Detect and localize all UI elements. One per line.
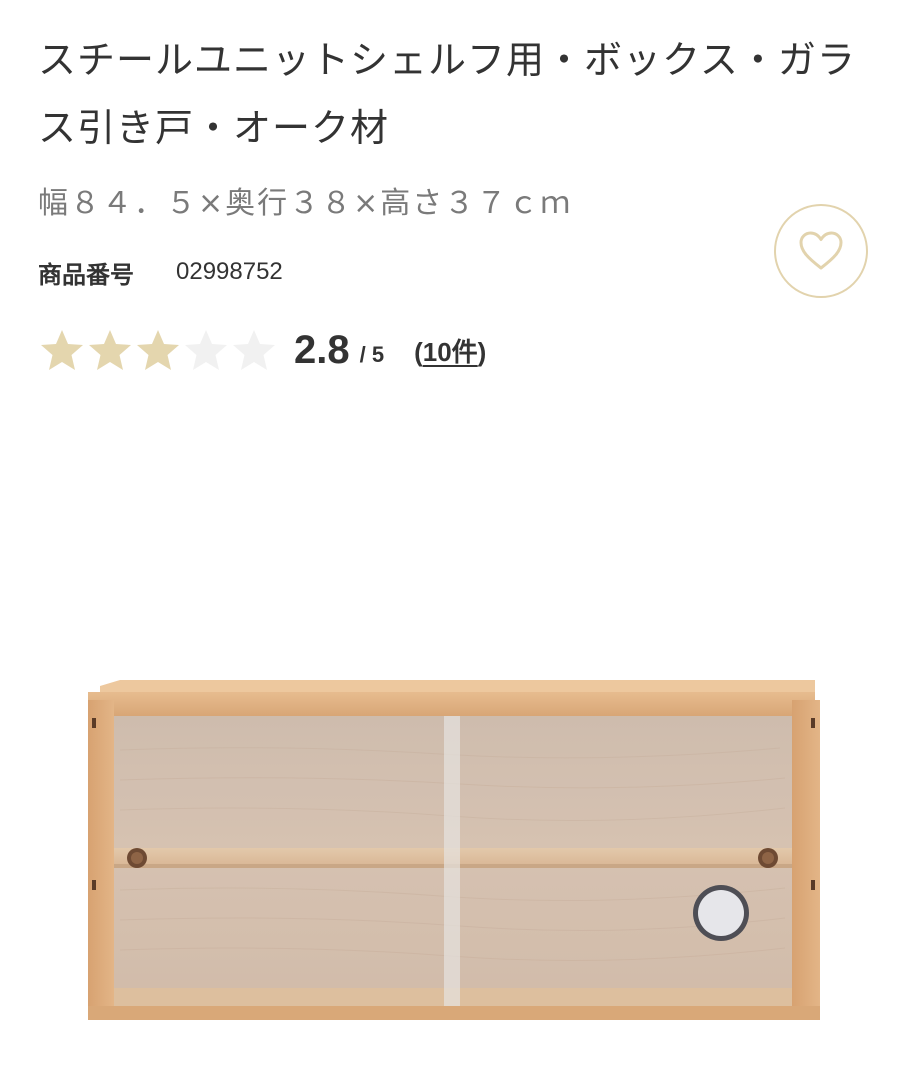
- rating-value: 2.8: [294, 327, 350, 372]
- star-icon: [137, 330, 179, 370]
- favorite-button[interactable]: [774, 204, 868, 298]
- product-image: [88, 680, 820, 1020]
- heart-icon: [799, 231, 843, 270]
- rating-stars: [38, 328, 278, 372]
- rating-row: 2.8 / 5 (10件): [38, 322, 486, 378]
- product-size: 幅８４．５×奥行３８×高さ３７ｃｍ: [38, 186, 573, 221]
- review-count-link[interactable]: (10件): [414, 332, 486, 369]
- product-title: スチールユニットシェルフ用・ボックス・ガラス引き戸・オーク材: [38, 38, 856, 150]
- product-code-label: 商品番号: [38, 260, 134, 289]
- star-icon: [89, 330, 131, 370]
- review-count-close: ): [477, 336, 487, 367]
- star-icon: [233, 330, 275, 370]
- review-count: 10件: [422, 336, 478, 367]
- star-icon: [185, 330, 227, 370]
- product-code-value: 02998752: [176, 258, 283, 285]
- star-icon: [41, 330, 83, 370]
- rating-max: / 5: [359, 342, 385, 367]
- product-code-row: 商品番号 02998752: [38, 252, 283, 292]
- review-count-open: (: [414, 336, 423, 367]
